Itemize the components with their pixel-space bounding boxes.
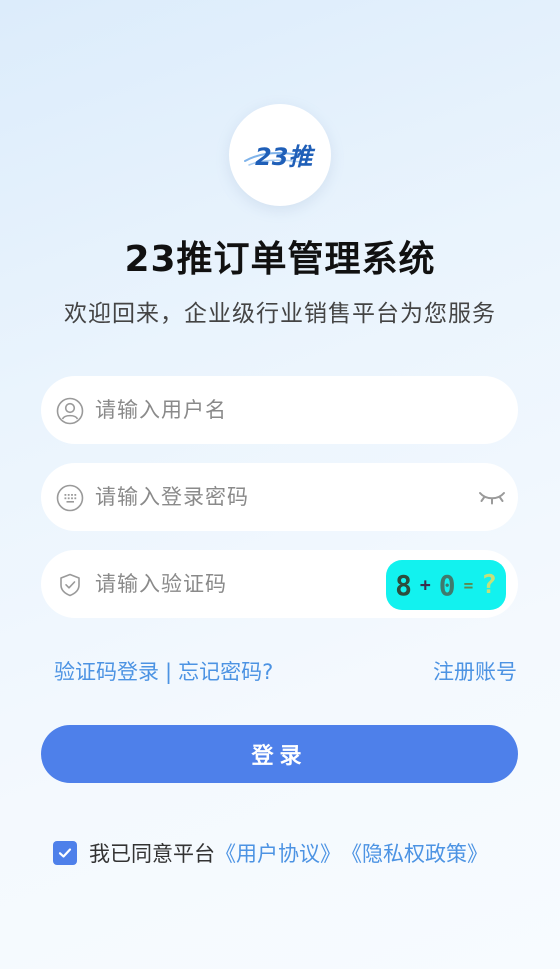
agreement-text: 我已同意平台: [89, 842, 215, 866]
username-input[interactable]: [95, 376, 415, 444]
captcha-question: ?: [481, 570, 497, 600]
eye-closed-icon[interactable]: [478, 485, 506, 509]
captcha-field[interactable]: 8 + 0 = ?: [41, 550, 518, 618]
logo-mark: 23推: [244, 143, 315, 171]
shield-check-icon: [60, 573, 80, 597]
agreement-checkbox[interactable]: [53, 841, 77, 865]
user-icon: [56, 397, 84, 425]
captcha-digit-a: 8: [395, 568, 412, 602]
keyboard-icon: [56, 484, 84, 512]
captcha-input[interactable]: [95, 550, 365, 618]
captcha-operator: +: [419, 574, 431, 596]
captcha-equals: =: [463, 575, 474, 595]
page-subtitle: 欢迎回来，企业级行业销售平台为您服务: [64, 301, 496, 327]
user-agreement-link[interactable]: 《用户协议》: [215, 838, 341, 868]
forgot-password-link[interactable]: 忘记密码?: [178, 660, 273, 684]
privacy-policy-link[interactable]: 《隐私权政策》: [341, 838, 488, 868]
page-title: 23推订单管理系统: [124, 239, 436, 280]
register-link[interactable]: 注册账号: [433, 656, 517, 686]
password-input[interactable]: [95, 463, 415, 531]
link-separator: |: [165, 660, 173, 684]
logo-text: 23推: [255, 143, 315, 171]
username-field[interactable]: [41, 376, 518, 444]
auth-links: 验证码登录 | 忘记密码?: [54, 656, 273, 686]
check-icon: [58, 848, 72, 858]
captcha-image[interactable]: 8 + 0 = ?: [386, 560, 506, 610]
password-field[interactable]: [41, 463, 518, 531]
sms-login-link[interactable]: 验证码登录: [54, 660, 159, 684]
login-button[interactable]: 登录: [41, 725, 518, 783]
app-logo: 23推: [229, 104, 331, 206]
agreement-row: 我已同意平台 《用户协议》 《隐私权政策》: [53, 838, 488, 868]
captcha-digit-b: 0: [438, 568, 456, 602]
